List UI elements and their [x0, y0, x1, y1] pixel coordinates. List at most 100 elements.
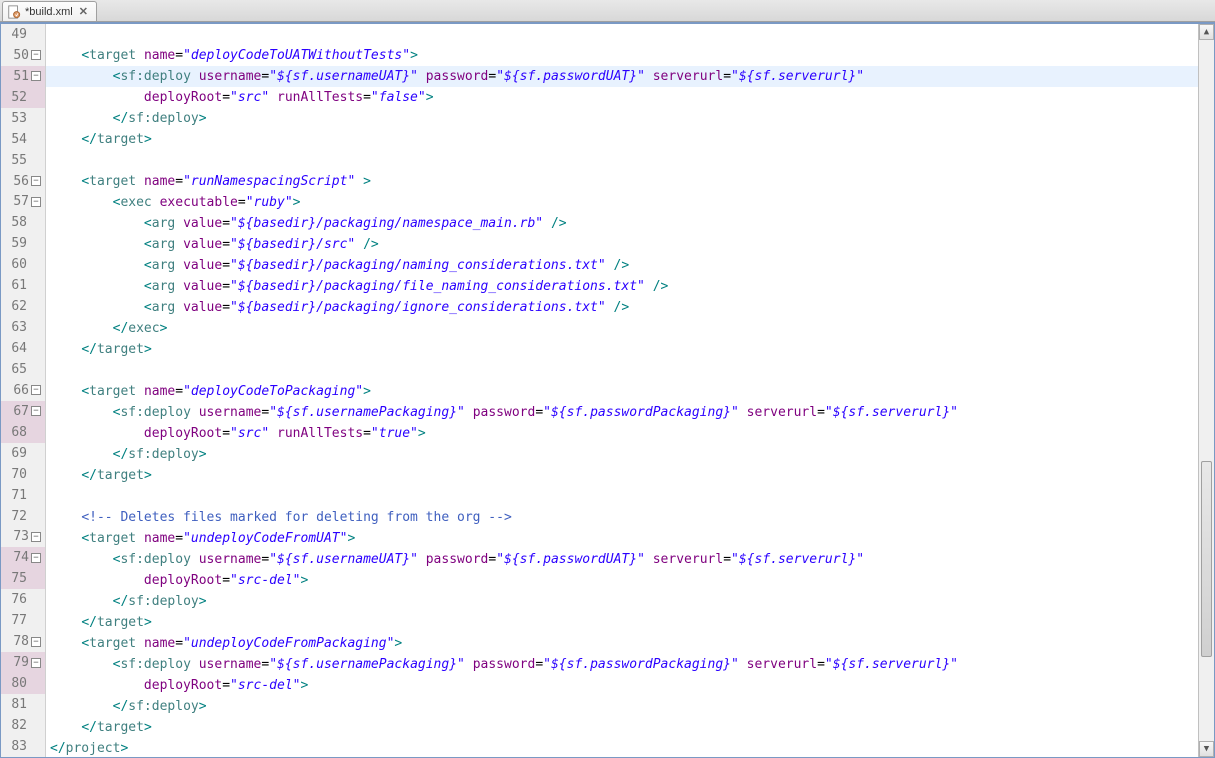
code-line[interactable]: </sf:deploy> [46, 696, 1198, 717]
scroll-down-icon[interactable]: ▼ [1199, 741, 1214, 757]
code-line[interactable]: </target> [46, 612, 1198, 633]
token-plain [50, 237, 144, 252]
fold-toggle-icon[interactable]: − [31, 406, 41, 416]
code-line[interactable]: <target name="deployCodeToPackaging"> [46, 381, 1198, 402]
token-sym: > [120, 741, 128, 756]
code-line[interactable]: <arg value="${basedir}/packaging/ignore_… [46, 297, 1198, 318]
code-line[interactable]: </sf:deploy> [46, 444, 1198, 465]
code-line[interactable]: </target> [46, 717, 1198, 738]
token-sym: > [418, 426, 426, 441]
token-plain: = [261, 405, 269, 420]
token-plain [465, 405, 473, 420]
token-plain [269, 90, 277, 105]
code-line[interactable]: </project> [46, 738, 1198, 757]
fold-toggle-icon[interactable]: − [31, 197, 41, 207]
code-content[interactable]: <target name="deployCodeToUATWithoutTest… [46, 24, 1198, 757]
code-line[interactable]: <!-- Deletes files marked for deleting f… [46, 507, 1198, 528]
fold-toggle-icon[interactable]: − [31, 50, 41, 60]
token-attr: password [426, 69, 489, 84]
token-plain: = [175, 531, 183, 546]
code-line[interactable]: <exec executable="ruby"> [46, 192, 1198, 213]
code-line[interactable]: </sf:deploy> [46, 591, 1198, 612]
code-line[interactable]: <target name="undeployCodeFromPackaging"… [46, 633, 1198, 654]
line-number: 62 [3, 299, 27, 314]
token-plain [50, 678, 144, 693]
token-attr: name [144, 174, 175, 189]
gutter-row: 80 [1, 673, 45, 694]
code-line[interactable] [46, 486, 1198, 507]
line-number: 73 [5, 529, 29, 544]
code-line[interactable]: deployRoot="src-del"> [46, 570, 1198, 591]
token-attr: name [144, 48, 175, 63]
code-line[interactable]: <sf:deploy username="${sf.usernameUAT}" … [46, 549, 1198, 570]
code-line[interactable]: <target name="undeployCodeFromUAT"> [46, 528, 1198, 549]
token-plain [50, 69, 113, 84]
token-plain: = [817, 657, 825, 672]
code-line[interactable]: </exec> [46, 318, 1198, 339]
token-plain: = [488, 552, 496, 567]
code-line[interactable]: deployRoot="src" runAllTests="false"> [46, 87, 1198, 108]
token-plain [50, 510, 81, 525]
code-line[interactable] [46, 24, 1198, 45]
token-plain [50, 447, 113, 462]
token-plain [418, 69, 426, 84]
editor-tab[interactable]: *build.xml ✕ [2, 1, 97, 21]
code-line[interactable]: <sf:deploy username="${sf.usernameUAT}" … [46, 66, 1198, 87]
token-tag: target [97, 342, 144, 357]
token-tag: sf:deploy [128, 699, 198, 714]
code-line[interactable]: deployRoot="src-del"> [46, 675, 1198, 696]
token-val: "${basedir}/packaging/naming_considerati… [230, 258, 606, 273]
token-sym: > [363, 384, 371, 399]
token-plain: = [363, 426, 371, 441]
code-line[interactable]: <arg value="${basedir}/src" /> [46, 234, 1198, 255]
token-plain [50, 573, 144, 588]
code-line[interactable] [46, 150, 1198, 171]
fold-toggle-icon[interactable]: − [31, 176, 41, 186]
fold-toggle-icon[interactable]: − [31, 553, 41, 563]
token-val: "${basedir}/packaging/ignore_considerati… [230, 300, 606, 315]
line-number: 74 [5, 550, 29, 565]
line-number: 57 [5, 194, 29, 209]
code-line[interactable]: </sf:deploy> [46, 108, 1198, 129]
vertical-scrollbar[interactable]: ▲ ▼ [1198, 24, 1214, 757]
scrollbar-thumb[interactable] [1201, 461, 1212, 657]
fold-toggle-icon[interactable]: − [31, 71, 41, 81]
fold-toggle-icon[interactable]: − [31, 658, 41, 668]
token-attr: name [144, 384, 175, 399]
code-line[interactable]: </target> [46, 339, 1198, 360]
code-line[interactable]: <arg value="${basedir}/packaging/namespa… [46, 213, 1198, 234]
gutter-row: 52 [1, 87, 45, 108]
line-number: 69 [3, 446, 27, 461]
token-plain: = [175, 174, 183, 189]
code-line[interactable]: <sf:deploy username="${sf.usernamePackag… [46, 654, 1198, 675]
token-val: "src" [230, 90, 269, 105]
code-line[interactable]: <arg value="${basedir}/packaging/naming_… [46, 255, 1198, 276]
token-val: "ruby" [246, 195, 293, 210]
gutter-row: 59 [1, 233, 45, 254]
code-line[interactable]: </target> [46, 465, 1198, 486]
token-val: "undeployCodeFromPackaging" [183, 636, 394, 651]
token-plain: = [175, 636, 183, 651]
close-icon[interactable]: ✕ [77, 5, 90, 18]
token-val: "${sf.passwordPackaging}" [543, 657, 739, 672]
token-tag: sf:deploy [128, 447, 198, 462]
scrollbar-track[interactable] [1199, 40, 1214, 741]
fold-toggle-icon[interactable]: − [31, 637, 41, 647]
code-line[interactable]: <target name="deployCodeToUATWithoutTest… [46, 45, 1198, 66]
scroll-up-icon[interactable]: ▲ [1199, 24, 1214, 40]
token-plain [355, 237, 363, 252]
token-sym: > [300, 573, 308, 588]
token-val: "${sf.usernameUAT}" [269, 552, 418, 567]
fold-toggle-icon[interactable]: − [31, 385, 41, 395]
token-sym: /> [551, 216, 567, 231]
code-line[interactable]: </target> [46, 129, 1198, 150]
code-line[interactable]: <arg value="${basedir}/packaging/file_na… [46, 276, 1198, 297]
code-line[interactable]: deployRoot="src" runAllTests="true"> [46, 423, 1198, 444]
code-line[interactable]: <target name="runNamespacingScript" > [46, 171, 1198, 192]
token-attr: password [473, 405, 536, 420]
token-val: "src" [230, 426, 269, 441]
token-attr: value [183, 300, 222, 315]
code-line[interactable] [46, 360, 1198, 381]
fold-toggle-icon[interactable]: − [31, 532, 41, 542]
code-line[interactable]: <sf:deploy username="${sf.usernamePackag… [46, 402, 1198, 423]
